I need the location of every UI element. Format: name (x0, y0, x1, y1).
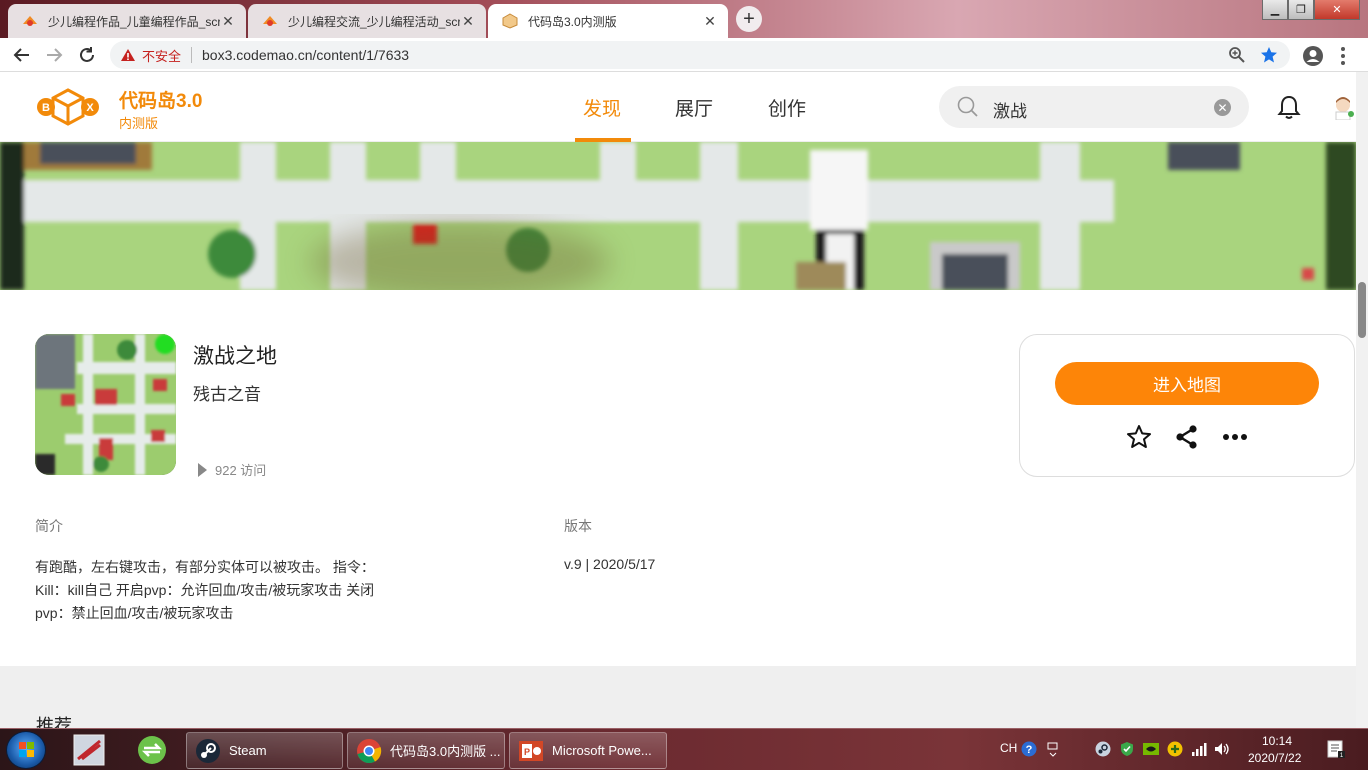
game-thumbnail (35, 334, 176, 475)
version-label: 版本 (564, 518, 592, 534)
browser-tab[interactable]: 少儿编程交流_少儿编程活动_scra ✕ (248, 4, 486, 38)
search-icon (957, 96, 978, 117)
search-input[interactable]: 激战 (993, 97, 1027, 122)
nav-gallery[interactable]: 展厅 (675, 94, 713, 121)
share-icon[interactable] (1173, 423, 1201, 451)
update-plus-icon[interactable] (1167, 741, 1183, 757)
visit-count: 922 访问 (198, 460, 266, 479)
powerpoint-icon: P (519, 740, 543, 761)
nav-create[interactable]: 创作 (768, 94, 806, 121)
author-name[interactable]: 残古之音 (193, 380, 261, 405)
taskbar-item-powerpoint[interactable]: P Microsoft Powe... (509, 732, 667, 769)
notification-bell-icon[interactable] (1276, 94, 1302, 120)
help-icon[interactable]: ? (1021, 741, 1037, 757)
back-icon[interactable] (10, 43, 34, 67)
steam-icon (196, 738, 220, 763)
taskbar: Steam 代码岛3.0内测版 ... P Microsoft Powe... … (0, 728, 1368, 770)
steam-tray-icon[interactable] (1095, 741, 1111, 757)
intro-label: 简介 (35, 518, 63, 534)
omnibox[interactable]: 不安全 box3.codemao.cn/content/1/7633 (110, 41, 1290, 69)
security-label: 不安全 (142, 48, 182, 64)
taskbar-item-label: 代码岛3.0内测版 ... (390, 744, 501, 759)
omnibox-actions (1228, 46, 1278, 64)
action-center-icon[interactable]: 1 (1326, 739, 1346, 759)
taskbar-item-label: Microsoft Powe... (552, 743, 652, 758)
recommend-section: 推荐 (0, 666, 1356, 736)
svg-text:B: B (42, 102, 50, 114)
browser-tab-active[interactable]: 代码岛3.0内测版 ✕ (488, 4, 728, 38)
box3-favicon-icon (502, 13, 518, 29)
profile-icon[interactable] (1302, 45, 1324, 67)
taskbar-item-steam[interactable]: Steam (186, 732, 343, 769)
zoom-icon[interactable] (1228, 46, 1246, 64)
tab-title: 少儿编程交流_少儿编程活动_scra (288, 14, 460, 29)
page-scrollbar[interactable] (1356, 72, 1368, 728)
description-line: 有跑酷，左右键攻击，有部分实体可以被攻击。 指令： (35, 559, 375, 575)
clear-search-icon[interactable]: ✕ (1214, 99, 1231, 116)
minimize-button[interactable]: ▁ (1262, 0, 1288, 20)
warning-icon (121, 49, 135, 61)
volume-icon[interactable] (1214, 741, 1230, 757)
security-indicator[interactable]: 不安全 (120, 46, 181, 65)
game-description: 有跑酷，左右键攻击，有部分实体可以被攻击。 指令： Kill：kill自己 开启… (35, 556, 425, 625)
reload-icon[interactable] (75, 43, 99, 67)
forward-icon[interactable] (42, 43, 66, 67)
map-banner-image (0, 142, 1356, 290)
maximize-button[interactable]: ❐ (1288, 0, 1314, 20)
tab-title: 少儿编程作品_儿童编程作品_scra (48, 14, 220, 29)
new-tab-button[interactable]: + (736, 6, 762, 32)
browser-tab-strip: 少儿编程作品_儿童编程作品_scra ✕ 少儿编程交流_少儿编程活动_scra … (0, 0, 1368, 38)
window-close-button[interactable]: ✕ (1314, 0, 1360, 20)
more-options-icon[interactable] (1221, 423, 1249, 451)
chrome-icon (357, 738, 382, 763)
divider (191, 47, 193, 63)
tab-close-icon[interactable]: ✕ (220, 13, 236, 30)
clock-date[interactable]: 2020/7/22 (1248, 751, 1301, 765)
game-title: 激战之地 (193, 345, 277, 368)
tab-title: 代码岛3.0内测版 (528, 14, 617, 29)
ime-options-icon[interactable] (1045, 741, 1061, 757)
search-box[interactable]: 激战 ✕ (939, 86, 1249, 128)
svg-text:X: X (86, 102, 94, 114)
bookmark-star-icon[interactable] (1260, 46, 1278, 64)
enter-map-button[interactable]: 进入地图 (1055, 362, 1319, 405)
clock-time[interactable]: 10:14 (1262, 734, 1292, 748)
svg-text:?: ? (1026, 744, 1033, 756)
browser-tab[interactable]: 少儿编程作品_儿童编程作品_scra ✕ (8, 4, 246, 38)
site-header: B X 代码岛3.0 内测版 发现 展厅 创作 激战 ✕ (0, 72, 1368, 142)
taskbar-item-label: Steam (229, 743, 267, 758)
brand-title[interactable]: 代码岛3.0 (119, 86, 202, 113)
scrollbar-thumb[interactable] (1358, 282, 1366, 338)
version-value: v.9 | 2020/5/17 (564, 556, 656, 572)
box3-logo[interactable]: B X (36, 86, 100, 126)
game-app-pinned-icon[interactable] (72, 733, 106, 767)
input-language[interactable]: CH (1000, 741, 1017, 755)
description-line: pvp：禁止回血/攻击/被玩家攻击 (35, 605, 234, 621)
tab-close-icon[interactable]: ✕ (460, 13, 476, 30)
description-line: Kill：kill自己 开启pvp：允许回血/攻击/被玩家攻击 关闭 (35, 582, 375, 598)
favorite-star-icon[interactable] (1125, 423, 1153, 451)
codemao-favicon-icon (263, 16, 277, 26)
nav-discover[interactable]: 发现 (583, 94, 621, 121)
sync-app-pinned-icon[interactable] (135, 733, 169, 767)
nvidia-icon[interactable] (1143, 741, 1159, 757)
play-icon (198, 462, 207, 477)
security-shield-icon[interactable] (1119, 741, 1135, 757)
svg-text:P: P (524, 747, 530, 757)
taskbar-item-chrome[interactable]: 代码岛3.0内测版 ... (347, 732, 505, 769)
codemao-favicon-icon (23, 16, 37, 26)
address-bar: 不安全 box3.codemao.cn/content/1/7633 (0, 38, 1368, 72)
visit-count-text: 922 访问 (215, 463, 267, 478)
action-card: 进入地图 (1019, 334, 1355, 477)
network-signal-icon[interactable] (1191, 741, 1207, 757)
brand-subtitle: 内测版 (119, 116, 159, 131)
browser-menu-icon[interactable] (1340, 46, 1346, 66)
url-text[interactable]: box3.codemao.cn/content/1/7633 (202, 47, 409, 63)
windows-logo-icon (19, 742, 34, 757)
user-avatar[interactable] (1330, 94, 1356, 120)
start-button[interactable] (6, 731, 46, 769)
tab-close-icon[interactable]: ✕ (702, 13, 718, 30)
